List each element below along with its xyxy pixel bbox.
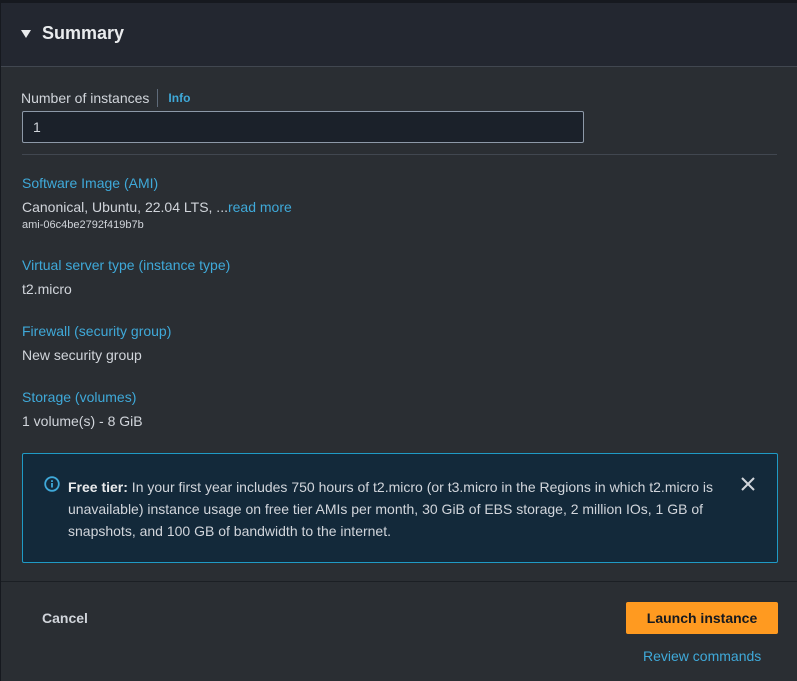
summary-header[interactable]: Summary: [1, 3, 797, 67]
instance-type-label[interactable]: Virtual server type (instance type): [22, 257, 230, 273]
divider: [22, 154, 777, 155]
info-link[interactable]: Info: [168, 91, 190, 105]
footer-divider: [1, 581, 797, 582]
number-of-instances-label: Number of instances: [21, 90, 150, 106]
number-of-instances-label-row: Number of instances Info: [21, 88, 190, 108]
label-separator: [157, 89, 159, 107]
storage-value: 1 volume(s) - 8 GiB: [22, 413, 143, 429]
security-group-value: New security group: [22, 347, 142, 363]
cancel-button[interactable]: Cancel: [42, 610, 88, 626]
launch-instance-button[interactable]: Launch instance: [626, 602, 778, 634]
security-group-label[interactable]: Firewall (security group): [22, 323, 171, 339]
close-icon[interactable]: [739, 475, 757, 493]
info-circle-icon: [44, 476, 60, 492]
ami-label[interactable]: Software Image (AMI): [22, 175, 158, 191]
caret-down-icon[interactable]: [21, 30, 31, 38]
instance-type-value: t2.micro: [22, 281, 72, 297]
alert-body: In your first year includes 750 hours of…: [68, 479, 714, 539]
number-of-instances-input[interactable]: [22, 111, 584, 143]
alert-title: Free tier:: [68, 479, 128, 495]
alert-message: Free tier: In your first year includes 7…: [68, 476, 728, 542]
ami-id: ami-06c4be2792f419b7b: [22, 219, 144, 231]
read-more-link[interactable]: read more: [228, 199, 292, 215]
storage-label[interactable]: Storage (volumes): [22, 389, 136, 405]
review-commands-link[interactable]: Review commands: [643, 648, 761, 664]
summary-panel: Summary Number of instances Info Softwar…: [1, 3, 797, 681]
free-tier-alert: Free tier: In your first year includes 7…: [22, 453, 778, 563]
ami-value-text: Canonical, Ubuntu, 22.04 LTS, ...: [22, 199, 228, 215]
summary-title[interactable]: Summary: [42, 23, 124, 44]
ami-value: Canonical, Ubuntu, 22.04 LTS, ...read mo…: [22, 199, 292, 215]
